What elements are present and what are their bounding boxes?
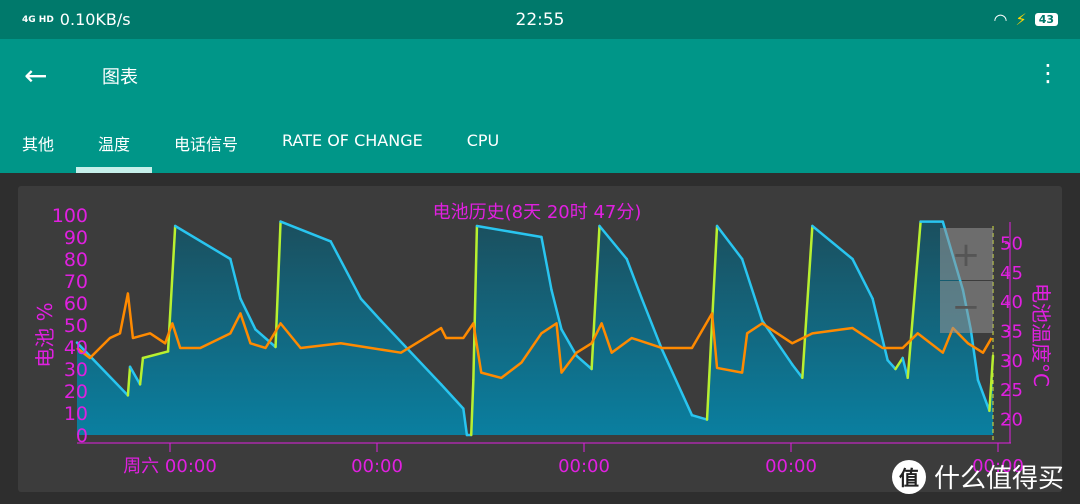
y-tick-label: 100 (52, 205, 88, 227)
y2-tick-label: 50 (1000, 234, 1023, 255)
y-tick-label: 30 (64, 359, 88, 381)
y2-axis-title: 电池温度°C (1029, 283, 1053, 387)
watermark-text: 什么值得买 (933, 464, 1064, 494)
y-tick-label: 60 (64, 293, 88, 315)
watermark: 值什么值得买 (891, 458, 1064, 495)
zoom-out-button[interactable]: − (940, 281, 993, 333)
plus-icon: + (952, 235, 981, 275)
y-tick-label: 40 (64, 337, 88, 359)
y2-tick-label: 30 (1000, 351, 1023, 372)
minus-icon: − (952, 287, 981, 327)
zoom-in-button[interactable]: + (940, 228, 993, 280)
y-tick-label: 90 (64, 227, 88, 249)
y-tick-label: 80 (64, 249, 88, 271)
x-tick-label: 00:00 (558, 456, 610, 477)
y2-tick-label: 40 (1000, 292, 1023, 313)
x-tick-label: 00:00 (765, 456, 817, 477)
y-axis-title: 电池 % (33, 302, 57, 367)
y-tick-label: 50 (64, 315, 88, 337)
y-tick-label: 0 (76, 425, 88, 447)
x-tick-label: 00:00 (351, 456, 403, 477)
x-tick-label: 周六 00:00 (123, 456, 217, 477)
y-tick-label: 10 (64, 403, 88, 425)
y2-tick-label: 20 (1000, 410, 1023, 431)
battery-history-chart[interactable]: 010203040506070809010020253035404550周六 0… (0, 0, 1080, 504)
y2-tick-label: 45 (1000, 263, 1023, 284)
y-tick-label: 20 (64, 381, 88, 403)
y2-tick-label: 35 (1000, 322, 1023, 343)
battery-area (77, 221, 993, 435)
watermark-logo: 值 (891, 459, 926, 494)
y2-tick-label: 25 (1000, 380, 1023, 401)
chart-title: 电池历史(8天 20时 47分) (433, 202, 642, 223)
y-tick-label: 70 (64, 271, 88, 293)
